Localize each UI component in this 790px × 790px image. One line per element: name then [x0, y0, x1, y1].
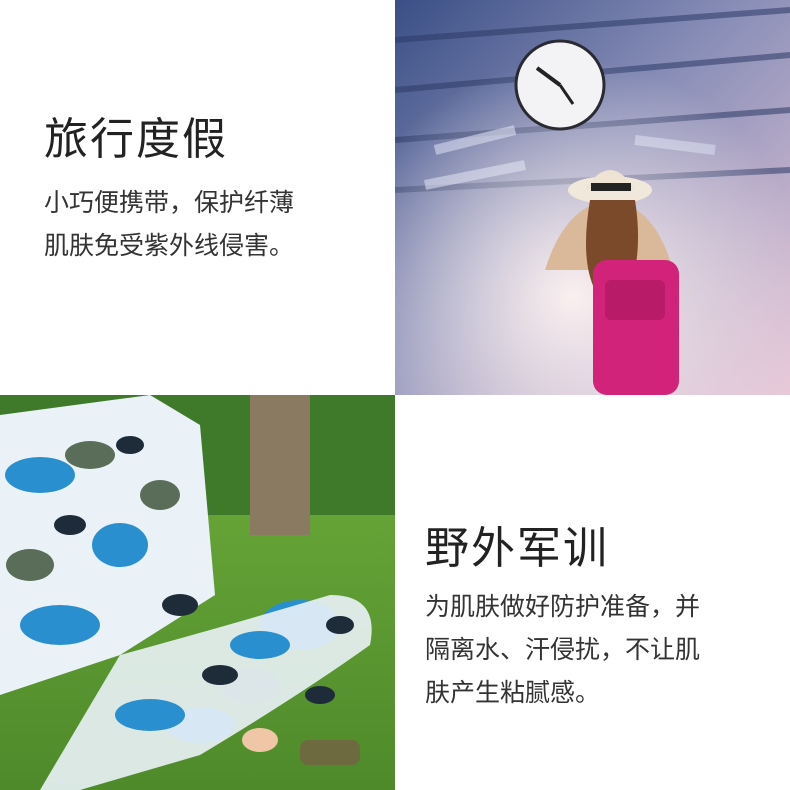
train-station-illustration — [395, 0, 790, 395]
train-station-photo-icon — [395, 0, 790, 395]
travel-title: 旅行度假 — [44, 114, 228, 165]
military-text-panel: 野外军训 为肌肤做好防护准备，并 隔离水、汗侵扰，不让肌 肤产生粘腻感。 — [395, 395, 790, 790]
travel-description-line: 小巧便携带，保护纤薄 — [44, 188, 295, 217]
travel-text-panel: 旅行度假 小巧便携带，保护纤薄 肌肤免受紫外线侵害。 — [0, 0, 395, 395]
camouflage-photo-icon — [0, 395, 395, 790]
travel-description-line: 肌肤免受紫外线侵害。 — [44, 231, 295, 260]
military-description-line: 隔离水、汗侵扰，不让肌 — [425, 635, 701, 664]
military-title: 野外军训 — [425, 523, 609, 574]
clock-icon — [514, 39, 606, 131]
military-description-line: 肤产生粘腻感。 — [425, 678, 601, 707]
military-description: 为肌肤做好防护准备，并 隔离水、汗侵扰，不让肌 肤产生粘腻感。 — [425, 585, 700, 714]
travel-description: 小巧便携带，保护纤薄 肌肤免受紫外线侵害。 — [44, 181, 294, 267]
feature-grid: 旅行度假 小巧便携带，保护纤薄 肌肤免受紫外线侵害。 野外军训 为肌肤做好防护准… — [0, 0, 790, 790]
military-description-line: 为肌肤做好防护准备，并 — [425, 592, 701, 621]
camouflage-illustration — [0, 395, 395, 790]
